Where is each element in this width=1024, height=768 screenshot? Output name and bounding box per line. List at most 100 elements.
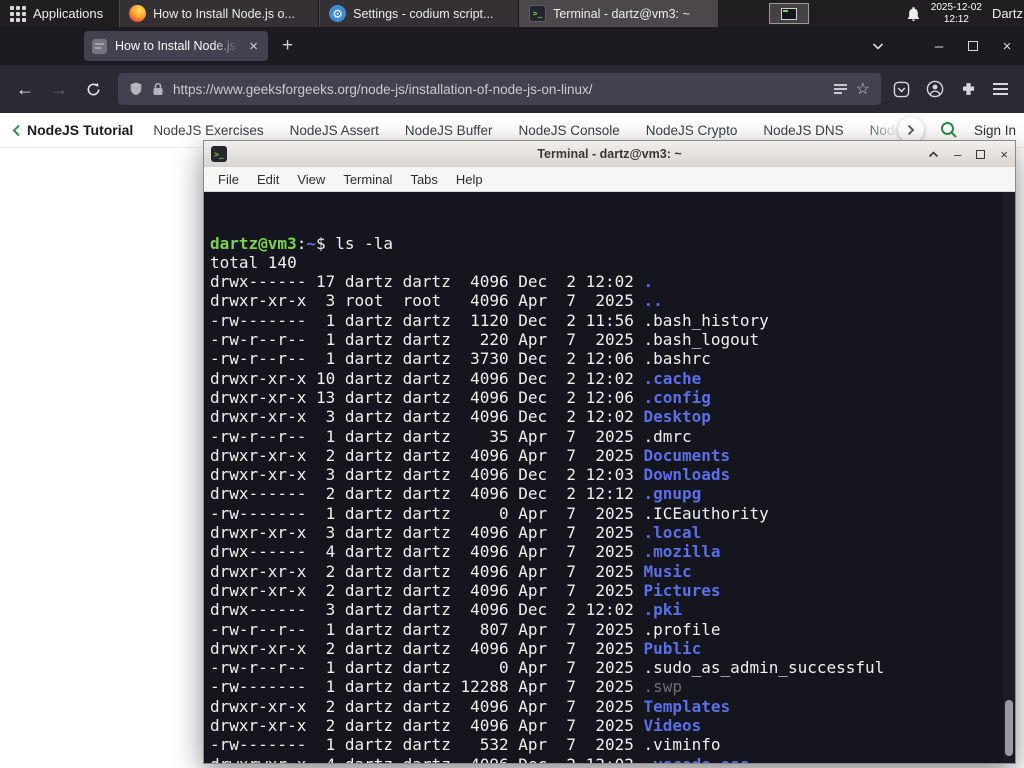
window-close-button[interactable]: × (990, 27, 1024, 65)
forward-button[interactable]: → (42, 73, 76, 105)
terminal-line: drwxrwxr-x 4 dartz dartz 4096 Dec 2 12:0… (210, 755, 1001, 763)
window-controls: – × (872, 27, 1024, 65)
terminal-minimize-button[interactable]: – (954, 147, 961, 162)
tab-close-button[interactable]: × (247, 38, 260, 55)
applications-menu[interactable]: Applications (0, 0, 113, 27)
chevron-right-icon (907, 124, 915, 136)
sign-in-button[interactable]: Sign In (974, 123, 1016, 138)
terminal-menubar: File Edit View Terminal Tabs Help (204, 167, 1015, 192)
panel-clock[interactable]: 2025-12-02 12:12 (931, 2, 982, 25)
terminal-app-icon: >_ (211, 146, 227, 162)
reader-view-icon[interactable] (833, 82, 847, 96)
terminal-line: -rw-r--r-- 1 dartz dartz 0 Apr 7 2025 .s… (210, 658, 885, 678)
reload-button[interactable] (76, 73, 110, 105)
terminal-line: drwx------ 17 dartz dartz 4096 Dec 2 12:… (210, 272, 654, 292)
taskbar-item-settings[interactable]: ⚙ Settings - codium script... (319, 0, 520, 27)
lock-icon[interactable] (152, 82, 164, 96)
terminal-maximize-button[interactable] (976, 149, 986, 159)
terminal-window: >_ Terminal - dartz@vm3: ~ – × File Edit V… (203, 140, 1016, 764)
terminal-menu-tabs[interactable]: Tabs (401, 170, 446, 189)
gfg-nav-item[interactable]: NodeJS Exercises (153, 123, 263, 138)
gfg-nav-item[interactable]: NodeJS Buffer (405, 123, 493, 138)
bookmark-star-icon[interactable]: ☆ (856, 79, 870, 99)
terminal-total-line: total 140 (210, 252, 297, 272)
page-favicon (92, 38, 107, 54)
browser-tab[interactable]: How to Install Node.js on × (84, 31, 268, 61)
list-tabs-chevron-icon[interactable] (872, 42, 884, 50)
terminal-window-controls: – × (928, 147, 1008, 162)
terminal-close-button[interactable]: × (1000, 147, 1008, 162)
terminal-line: drwxr-xr-x 3 root root 4096 Apr 7 2025 .… (210, 291, 663, 311)
terminal-output[interactable]: dartz@vm3:~$ ls -la total 140 drwx------ 1… (204, 192, 1015, 763)
terminal-line: drwxr-xr-x 2 dartz dartz 4096 Apr 7 2025… (210, 638, 702, 658)
new-tab-button[interactable]: + (282, 35, 293, 57)
terminal-icon: >_ (529, 5, 547, 22)
terminal-menu-view[interactable]: View (288, 170, 334, 189)
back-button[interactable]: ← (8, 73, 42, 105)
toolbar-icons (893, 80, 1008, 98)
taskbar-item-firefox[interactable]: How to Install Node.js o... (119, 0, 320, 27)
terminal-line: drwxr-xr-x 13 dartz dartz 4096 Dec 2 12:… (210, 387, 711, 407)
search-icon[interactable] (940, 121, 958, 139)
terminal-line: drwx------ 3 dartz dartz 4096 Dec 2 12:0… (210, 600, 683, 620)
terminal-line: -rw-r--r-- 1 dartz dartz 35 Apr 7 2025 .… (210, 426, 692, 446)
menu-hamburger-icon[interactable] (993, 83, 1008, 95)
window-minimize-button[interactable]: – (922, 27, 956, 65)
taskbar-label: Settings - codium script... (353, 6, 494, 21)
extensions-puzzle-icon[interactable] (960, 81, 977, 98)
terminal-command: ls -la (335, 233, 394, 253)
terminal-line: drwxr-xr-x 3 dartz dartz 4096 Dec 2 12:0… (210, 465, 731, 485)
terminal-line: -rw------- 1 dartz dartz 12288 Apr 7 202… (210, 677, 683, 697)
panel-status-area: 2025-12-02 12:12 Dartz (906, 2, 1024, 25)
tab-title: How to Install Node.js on (115, 39, 239, 53)
workspace-window-icon (781, 7, 798, 20)
chevron-left-icon (12, 124, 20, 136)
terminal-titlebar[interactable]: >_ Terminal - dartz@vm3: ~ – × (204, 141, 1015, 167)
shade-window-button[interactable] (928, 150, 939, 158)
workspace-switcher[interactable] (769, 3, 810, 24)
top-panel: Applications How to Install Node.js o...… (0, 0, 1024, 27)
notification-bell-icon[interactable] (906, 6, 921, 22)
terminal-menu-edit[interactable]: Edit (248, 170, 288, 189)
terminal-line: drwxr-xr-x 2 dartz dartz 4096 Apr 7 2025… (210, 696, 731, 716)
taskbar: How to Install Node.js o... ⚙ Settings -… (119, 0, 720, 27)
reload-icon (87, 82, 99, 95)
terminal-lines: dartz@vm3:~$ ls -la total 140 drwx------ 1… (210, 234, 1001, 763)
terminal-prompt-line: dartz@vm3:~$ ls -la (210, 233, 394, 253)
firefox-icon (129, 5, 147, 22)
gfg-nav-item[interactable]: NodeJS Console (518, 123, 619, 138)
gfg-nav-item[interactable]: NodeJS Assert (290, 123, 379, 138)
taskbar-item-terminal[interactable]: >_ Terminal - dartz@vm3: ~ (519, 0, 720, 27)
taskbar-label: Terminal - dartz@vm3: ~ (553, 6, 690, 21)
gfg-tutorial-back[interactable]: NodeJS Tutorial (12, 122, 133, 138)
panel-user-label[interactable]: Dartz (992, 6, 1023, 21)
terminal-line: -rw------- 1 dartz dartz 1120 Dec 2 11:5… (210, 310, 769, 330)
terminal-line: drwx------ 2 dartz dartz 4096 Dec 2 12:1… (210, 484, 702, 504)
taskbar-label: How to Install Node.js o... (153, 6, 295, 21)
pocket-icon[interactable] (893, 81, 910, 98)
browser-toolbar: ← → https://www.geeksforgeeks.org/node-j… (0, 65, 1024, 113)
gfg-nav-item[interactable]: NodeJS DNS (763, 123, 843, 138)
terminal-scrollbar-thumb[interactable] (1005, 700, 1013, 756)
terminal-menu-terminal[interactable]: Terminal (334, 170, 401, 189)
clock-date: 2025-12-02 (930, 2, 982, 13)
maximize-icon (968, 41, 978, 51)
tracking-shield-icon[interactable] (129, 81, 143, 97)
terminal-menu-help[interactable]: Help (447, 170, 492, 189)
window-maximize-button[interactable] (956, 27, 990, 65)
url-bar[interactable]: https://www.geeksforgeeks.org/node-js/in… (118, 73, 881, 105)
terminal-line: -rw-r--r-- 1 dartz dartz 220 Apr 7 2025 … (210, 330, 760, 350)
account-icon[interactable] (926, 80, 944, 98)
url-text[interactable]: https://www.geeksforgeeks.org/node-js/in… (173, 82, 825, 97)
tab-bar: How to Install Node.js on × + – × (0, 27, 1024, 65)
gfg-nav-item[interactable]: NodeJS Crypto (646, 123, 738, 138)
desktop: Applications How to Install Node.js o...… (0, 0, 1024, 768)
terminal-scrollbar[interactable] (1003, 192, 1015, 763)
terminal-menu-file[interactable]: File (209, 170, 248, 189)
terminal-line: drwxr-xr-x 10 dartz dartz 4096 Dec 2 12:… (210, 368, 702, 388)
terminal-line: -rw-r--r-- 1 dartz dartz 3730 Dec 2 12:0… (210, 349, 711, 369)
terminal-line: -rw------- 1 dartz dartz 532 Apr 7 2025 … (210, 735, 721, 755)
terminal-title: Terminal - dartz@vm3: ~ (537, 147, 682, 161)
clock-time: 12:12 (943, 13, 969, 25)
terminal-line: -rw-r--r-- 1 dartz dartz 807 Apr 7 2025 … (210, 619, 721, 639)
